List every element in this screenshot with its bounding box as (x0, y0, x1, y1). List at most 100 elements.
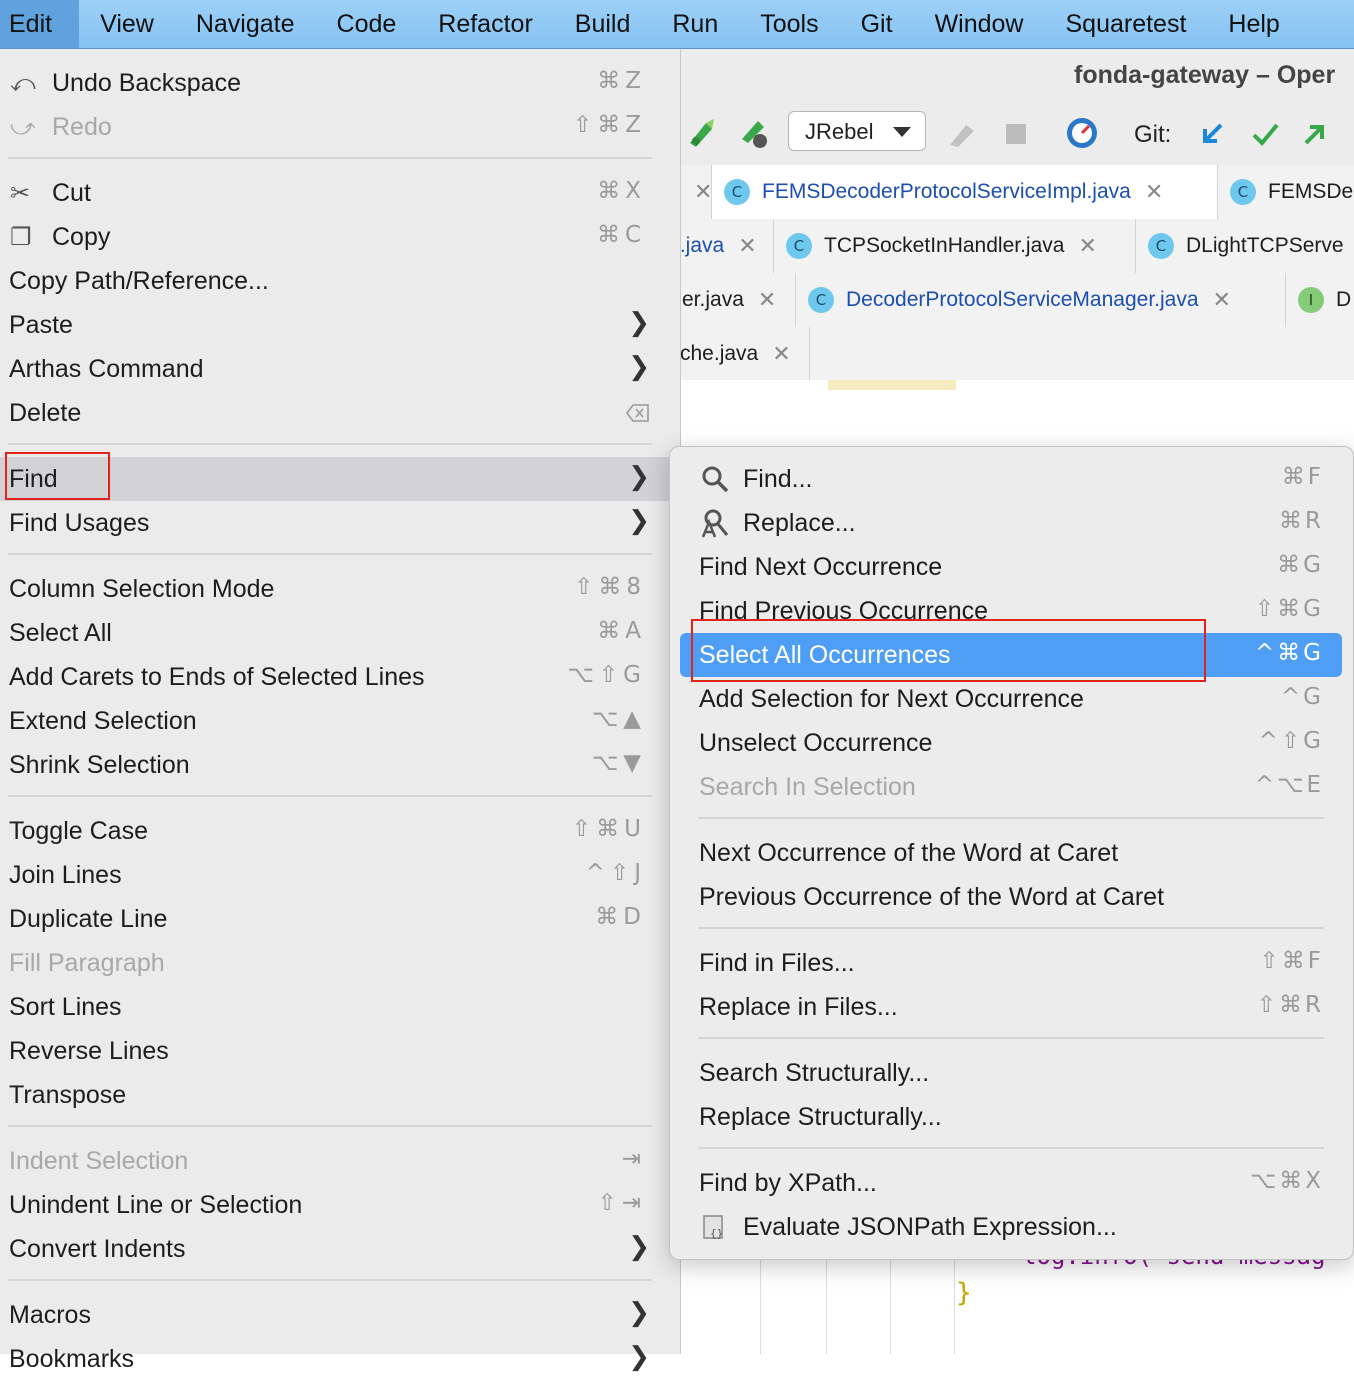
menu-item-column-selection-mode[interactable]: Column Selection Mode ⇧⌘8 (0, 567, 680, 611)
menubar-item-view[interactable]: View (79, 0, 175, 48)
chevron-right-icon: ❯ (628, 1298, 650, 1328)
toolbar: JRebel Git: (680, 107, 1354, 166)
interface-icon: I (1298, 287, 1324, 313)
submenu-item-search-in-selection: Search In Selection ^⌥E (670, 765, 1353, 809)
find-submenu: Find... ⌘F Replace... ⌘R Find Next Occur… (669, 446, 1354, 1260)
menubar-item-code[interactable]: Code (316, 0, 418, 48)
submenu-item-next-word-at-caret[interactable]: Next Occurrence of the Word at Caret (670, 831, 1353, 875)
editor-tab[interactable]: I D (1286, 273, 1354, 327)
menu-item-shrink-selection[interactable]: Shrink Selection ⌥▼ (0, 743, 680, 787)
submenu-item-find[interactable]: Find... ⌘F (670, 457, 1353, 501)
menu-item-label: Duplicate Line (9, 905, 168, 933)
menu-item-shortcut: ⌘A (597, 618, 646, 644)
menu-item-join-lines[interactable]: Join Lines ^⇧J (0, 853, 680, 897)
editor-tab[interactable]: C FEMSDecoderProtocolServiceImpl.java ✕ (712, 165, 1218, 219)
stop-icon[interactable] (1006, 124, 1026, 144)
menubar-item-navigate[interactable]: Navigate (175, 0, 316, 48)
close-icon[interactable]: ✕ (738, 233, 756, 259)
menu-item-bookmarks[interactable]: Bookmarks ❯ (0, 1337, 680, 1381)
menu-item-paste[interactable]: Paste ❯ (0, 303, 680, 347)
menu-item-label: Find Usages (9, 509, 150, 537)
editor-tab[interactable]: C DecoderProtocolServiceManager.java ✕ (796, 273, 1286, 327)
editor-tab[interactable]: C FEMSDe (1218, 165, 1354, 219)
menu-item-shortcut: ⌘D (595, 904, 646, 930)
menu-item-label: Search In Selection (699, 773, 916, 801)
submenu-item-find-in-files[interactable]: Find in Files... ⇧⌘F (670, 941, 1353, 985)
menu-item-label: Find... (743, 465, 813, 493)
submenu-item-replace[interactable]: Replace... ⌘R (670, 501, 1353, 545)
menu-separator (698, 927, 1324, 929)
chevron-down-icon (893, 127, 911, 137)
git-commit-icon[interactable] (1250, 119, 1280, 149)
submenu-item-replace-in-files[interactable]: Replace in Files... ⇧⌘R (670, 985, 1353, 1029)
menu-item-copy-path[interactable]: Copy Path/Reference... (0, 259, 680, 303)
menu-item-shortcut: ^⇧G (1258, 728, 1324, 754)
submenu-item-find-by-xpath[interactable]: Find by XPath... ⌥⌘X (670, 1161, 1353, 1205)
editor-tab[interactable]: che.java ✕ (668, 327, 810, 381)
run-configuration-selector[interactable]: JRebel (788, 111, 926, 151)
close-icon[interactable]: ✕ (772, 341, 790, 367)
jrebel-debug-icon[interactable] (736, 115, 772, 151)
submenu-item-replace-structurally[interactable]: Replace Structurally... (670, 1095, 1353, 1139)
menubar-item-run[interactable]: Run (651, 0, 739, 48)
menu-item-convert-indents[interactable]: Convert Indents ❯ (0, 1227, 680, 1271)
git-update-icon[interactable] (1197, 119, 1227, 149)
menu-item-add-carets[interactable]: Add Carets to Ends of Selected Lines ⌥⇧G (0, 655, 680, 699)
menu-item-label: Next Occurrence of the Word at Caret (699, 839, 1119, 867)
close-icon[interactable]: ✕ (694, 179, 712, 205)
submenu-item-find-next[interactable]: Find Next Occurrence ⌘G (670, 545, 1353, 589)
editor-tab[interactable]: er.java ✕ (668, 273, 796, 327)
close-icon[interactable]: ✕ (1213, 287, 1231, 313)
menubar-item-help[interactable]: Help (1207, 0, 1300, 48)
menubar-item-git[interactable]: Git (840, 0, 914, 48)
menu-item-macros[interactable]: Macros ❯ (0, 1293, 680, 1337)
menu-item-label: Sort Lines (9, 993, 122, 1021)
menubar-item-tools[interactable]: Tools (739, 0, 839, 48)
menu-item-find-usages[interactable]: Find Usages ❯ (0, 501, 680, 545)
submenu-item-add-selection-next[interactable]: Add Selection for Next Occurrence ^G (670, 677, 1353, 721)
menu-item-sort-lines[interactable]: Sort Lines (0, 985, 680, 1029)
menubar-item-edit[interactable]: Edit (0, 0, 80, 48)
editor-tab-row: r.java ✕ C TCPSocketInHandler.java ✕ C D… (674, 219, 1354, 274)
class-icon: C (808, 287, 834, 313)
menu-item-shortcut: ^⌘G (1254, 640, 1324, 666)
menu-item-copy[interactable]: ❐ Copy ⌘C (0, 215, 680, 259)
submenu-item-unselect-occurrence[interactable]: Unselect Occurrence ^⇧G (670, 721, 1353, 765)
menubar-item-squaretest[interactable]: Squaretest (1044, 0, 1207, 48)
menu-item-label: Delete (9, 399, 82, 427)
editor-tab[interactable]: C TCPSocketInHandler.java ✕ (774, 219, 1136, 273)
menubar-item-window[interactable]: Window (914, 0, 1045, 48)
menu-item-label: Toggle Case (9, 817, 148, 845)
menu-item-unindent[interactable]: Unindent Line or Selection ⇧⇥ (0, 1183, 680, 1227)
menu-item-undo[interactable]: ⤺ Undo Backspace ⌘Z (0, 61, 680, 105)
menu-item-shortcut: ⌥▲ (591, 706, 646, 732)
tab-label: DLightTCPServe (1186, 234, 1344, 257)
editor-tab[interactable]: C DLightTCPServe (1136, 219, 1354, 273)
close-icon[interactable]: ✕ (1145, 179, 1163, 205)
menu-item-duplicate-line[interactable]: Duplicate Line ⌘D (0, 897, 680, 941)
menu-item-extend-selection[interactable]: Extend Selection ⌥▲ (0, 699, 680, 743)
menu-item-shortcut: ⇧⌘8 (574, 574, 646, 600)
menubar-item-build[interactable]: Build (554, 0, 652, 48)
menu-item-shortcut: ⌘G (1277, 552, 1324, 578)
submenu-item-previous-word-at-caret[interactable]: Previous Occurrence of the Word at Caret (670, 875, 1353, 919)
submenu-item-evaluate-jsonpath[interactable]: {} Evaluate JSONPath Expression... (670, 1205, 1353, 1249)
profiler-icon[interactable] (1064, 115, 1100, 151)
close-icon[interactable]: ✕ (758, 287, 776, 313)
menu-item-select-all[interactable]: Select All ⌘A (0, 611, 680, 655)
editor-tab[interactable]: r.java ✕ (668, 219, 774, 273)
menu-item-arthas-command[interactable]: Arthas Command ❯ (0, 347, 680, 391)
menu-item-reverse-lines[interactable]: Reverse Lines (0, 1029, 680, 1073)
annotation-box (5, 452, 110, 500)
menu-item-transpose[interactable]: Transpose (0, 1073, 680, 1117)
close-icon[interactable]: ✕ (1078, 233, 1096, 259)
menu-item-toggle-case[interactable]: Toggle Case ⇧⌘U (0, 809, 680, 853)
menubar-item-refactor[interactable]: Refactor (417, 0, 553, 48)
submenu-item-search-structurally[interactable]: Search Structurally... (670, 1051, 1353, 1095)
git-push-icon[interactable] (1300, 119, 1330, 149)
indent-guide (954, 1260, 955, 1354)
menu-item-delete[interactable]: Delete (0, 391, 680, 435)
menu-item-cut[interactable]: ✂ Cut ⌘X (0, 171, 680, 215)
jrebel-run-icon[interactable] (684, 115, 720, 151)
menu-item-redo: ⤻ Redo ⇧⌘Z (0, 105, 680, 149)
